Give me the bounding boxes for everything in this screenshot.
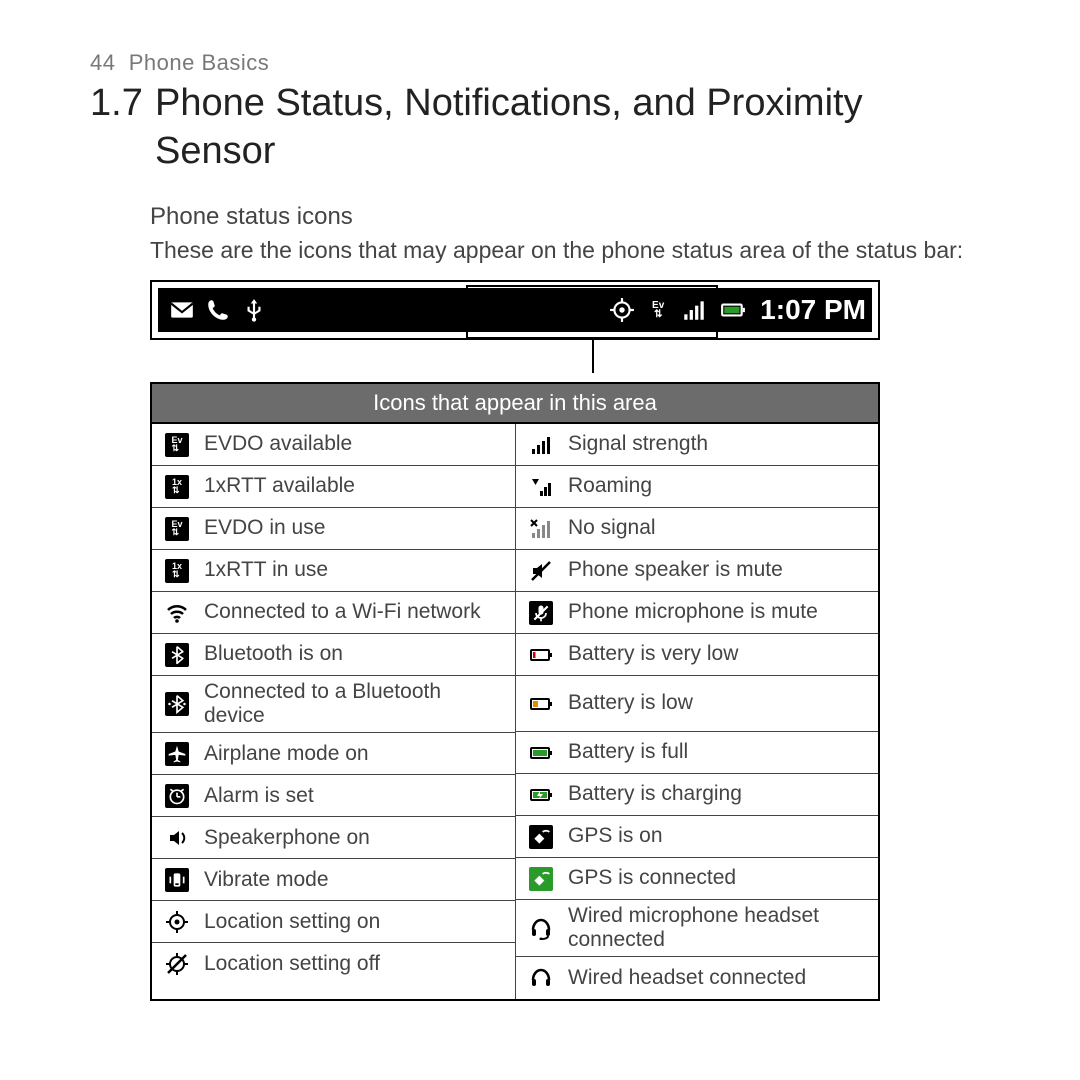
icon-description: Connected to a Wi-Fi network <box>204 600 481 624</box>
icon-description: Battery is very low <box>568 642 738 666</box>
status-bar-container: Ev⇅ 1:07 PM <box>150 280 880 340</box>
icon-description: Airplane mode on <box>204 742 369 766</box>
table-row: Ev⇅ EVDO in use <box>152 508 515 550</box>
icon-description: Wired headset connected <box>568 966 806 990</box>
intro-paragraph: These are the icons that may appear on t… <box>150 235 970 266</box>
battery-low-icon <box>524 692 558 716</box>
icon-description: Vibrate mode <box>204 868 329 892</box>
table-row: Location setting on <box>152 901 515 943</box>
icon-description: 1xRTT in use <box>204 558 328 582</box>
table-row: Battery is very low <box>516 634 878 676</box>
icon-description: Phone speaker is mute <box>568 558 783 582</box>
table-row: Wired headset connected <box>516 957 878 999</box>
table-row: Battery is low <box>516 676 878 732</box>
table-row: Location setting off <box>152 943 515 985</box>
table-header: Icons that appear in this area <box>152 382 878 424</box>
mic-mute-icon <box>524 601 558 625</box>
icon-description: EVDO available <box>204 432 352 456</box>
gps-on-icon <box>524 825 558 849</box>
table-row: Ev⇅ EVDO available <box>152 424 515 466</box>
running-head: 44 Phone Basics <box>90 50 980 76</box>
icon-description: Battery is charging <box>568 782 742 806</box>
battery-icon <box>716 296 750 324</box>
table-left-column: Ev⇅ EVDO available 1x⇅ 1xRTT available Ev⇅ EV… <box>152 424 515 999</box>
table-row: Battery is charging <box>516 774 878 816</box>
table-row: Phone microphone is mute <box>516 592 878 634</box>
evdo-inuse-icon: Ev⇅ <box>160 517 194 541</box>
table-row: Speakerphone on <box>152 817 515 859</box>
table-row: Wired microphone headset connected <box>516 900 878 957</box>
icon-description: Location setting on <box>204 910 380 934</box>
icon-description: Bluetooth is on <box>204 642 343 666</box>
mail-icon <box>168 296 196 324</box>
bluetooth-on-icon <box>160 643 194 667</box>
table-row: Connected to a Bluetooth device <box>152 676 515 733</box>
icon-description: GPS is connected <box>568 866 736 890</box>
table-row: GPS is connected <box>516 858 878 900</box>
table-row: Phone speaker is mute <box>516 550 878 592</box>
icon-description: Location setting off <box>204 952 380 976</box>
icon-description: Connected to a Bluetooth device <box>204 680 507 728</box>
status-bar-figure: Ev⇅ 1:07 PM Icons that appear in this ar… <box>150 280 980 1001</box>
speaker-mute-icon <box>524 559 558 583</box>
table-row: Alarm is set <box>152 775 515 817</box>
page-number: 44 <box>90 50 115 75</box>
table-row: Battery is full <box>516 732 878 774</box>
battery-verylow-icon <box>524 643 558 667</box>
icon-table: Icons that appear in this area Ev⇅ EVDO a… <box>150 382 880 1001</box>
table-row: Signal strength <box>516 424 878 466</box>
evdo-available-icon: Ev⇅ <box>160 433 194 457</box>
airplane-icon <box>160 742 194 766</box>
signal-strength-icon <box>524 433 558 457</box>
headset-icon <box>524 966 558 990</box>
section-heading: 1.7 Phone Status, Notifications, and Pro… <box>90 80 980 175</box>
speakerphone-icon <box>160 826 194 850</box>
icon-description: Roaming <box>568 474 652 498</box>
icon-description: EVDO in use <box>204 516 325 540</box>
phone-icon <box>204 296 232 324</box>
battery-charging-icon <box>524 783 558 807</box>
bluetooth-connected-icon <box>160 692 194 716</box>
table-row: Roaming <box>516 466 878 508</box>
status-bar-time: 1:07 PM <box>760 294 866 326</box>
no-signal-icon <box>524 517 558 541</box>
table-row: 1x⇅ 1xRTT in use <box>152 550 515 592</box>
icon-description: GPS is on <box>568 824 663 848</box>
icon-description: Battery is low <box>568 691 693 715</box>
icon-description: Battery is full <box>568 740 688 764</box>
callout-box <box>466 285 718 339</box>
alarm-icon <box>160 784 194 808</box>
icon-description: 1xRTT available <box>204 474 355 498</box>
wifi-icon <box>160 601 194 625</box>
icon-description: Wired microphone headset connected <box>568 904 870 952</box>
section-number: 1.7 <box>90 80 155 175</box>
chapter-name: Phone Basics <box>129 50 270 75</box>
table-row: Connected to a Wi-Fi network <box>152 592 515 634</box>
table-row: Vibrate mode <box>152 859 515 901</box>
roaming-icon <box>524 475 558 499</box>
icon-description: Signal strength <box>568 432 708 456</box>
location-off-icon <box>160 952 194 976</box>
gps-connected-icon <box>524 867 558 891</box>
vibrate-icon <box>160 868 194 892</box>
icon-description: Alarm is set <box>204 784 314 808</box>
table-right-column: Signal strength Roaming No signal Phone spe… <box>515 424 878 999</box>
section-title: Phone Status, Notifications, and Proximi… <box>155 80 980 175</box>
battery-full-icon <box>524 741 558 765</box>
table-row: Airplane mode on <box>152 733 515 775</box>
subheading: Phone status icons <box>150 203 980 231</box>
location-on-icon <box>160 910 194 934</box>
icon-description: Phone microphone is mute <box>568 600 818 624</box>
table-row: GPS is on <box>516 816 878 858</box>
onexrtt-available-icon: 1x⇅ <box>160 475 194 499</box>
icon-description: No signal <box>568 516 656 540</box>
icon-description: Speakerphone on <box>204 826 370 850</box>
onexrtt-inuse-icon: 1x⇅ <box>160 559 194 583</box>
table-row: 1x⇅ 1xRTT available <box>152 466 515 508</box>
usb-icon <box>240 296 268 324</box>
table-row: No signal <box>516 508 878 550</box>
headset-mic-icon <box>524 916 558 940</box>
table-row: Bluetooth is on <box>152 634 515 676</box>
